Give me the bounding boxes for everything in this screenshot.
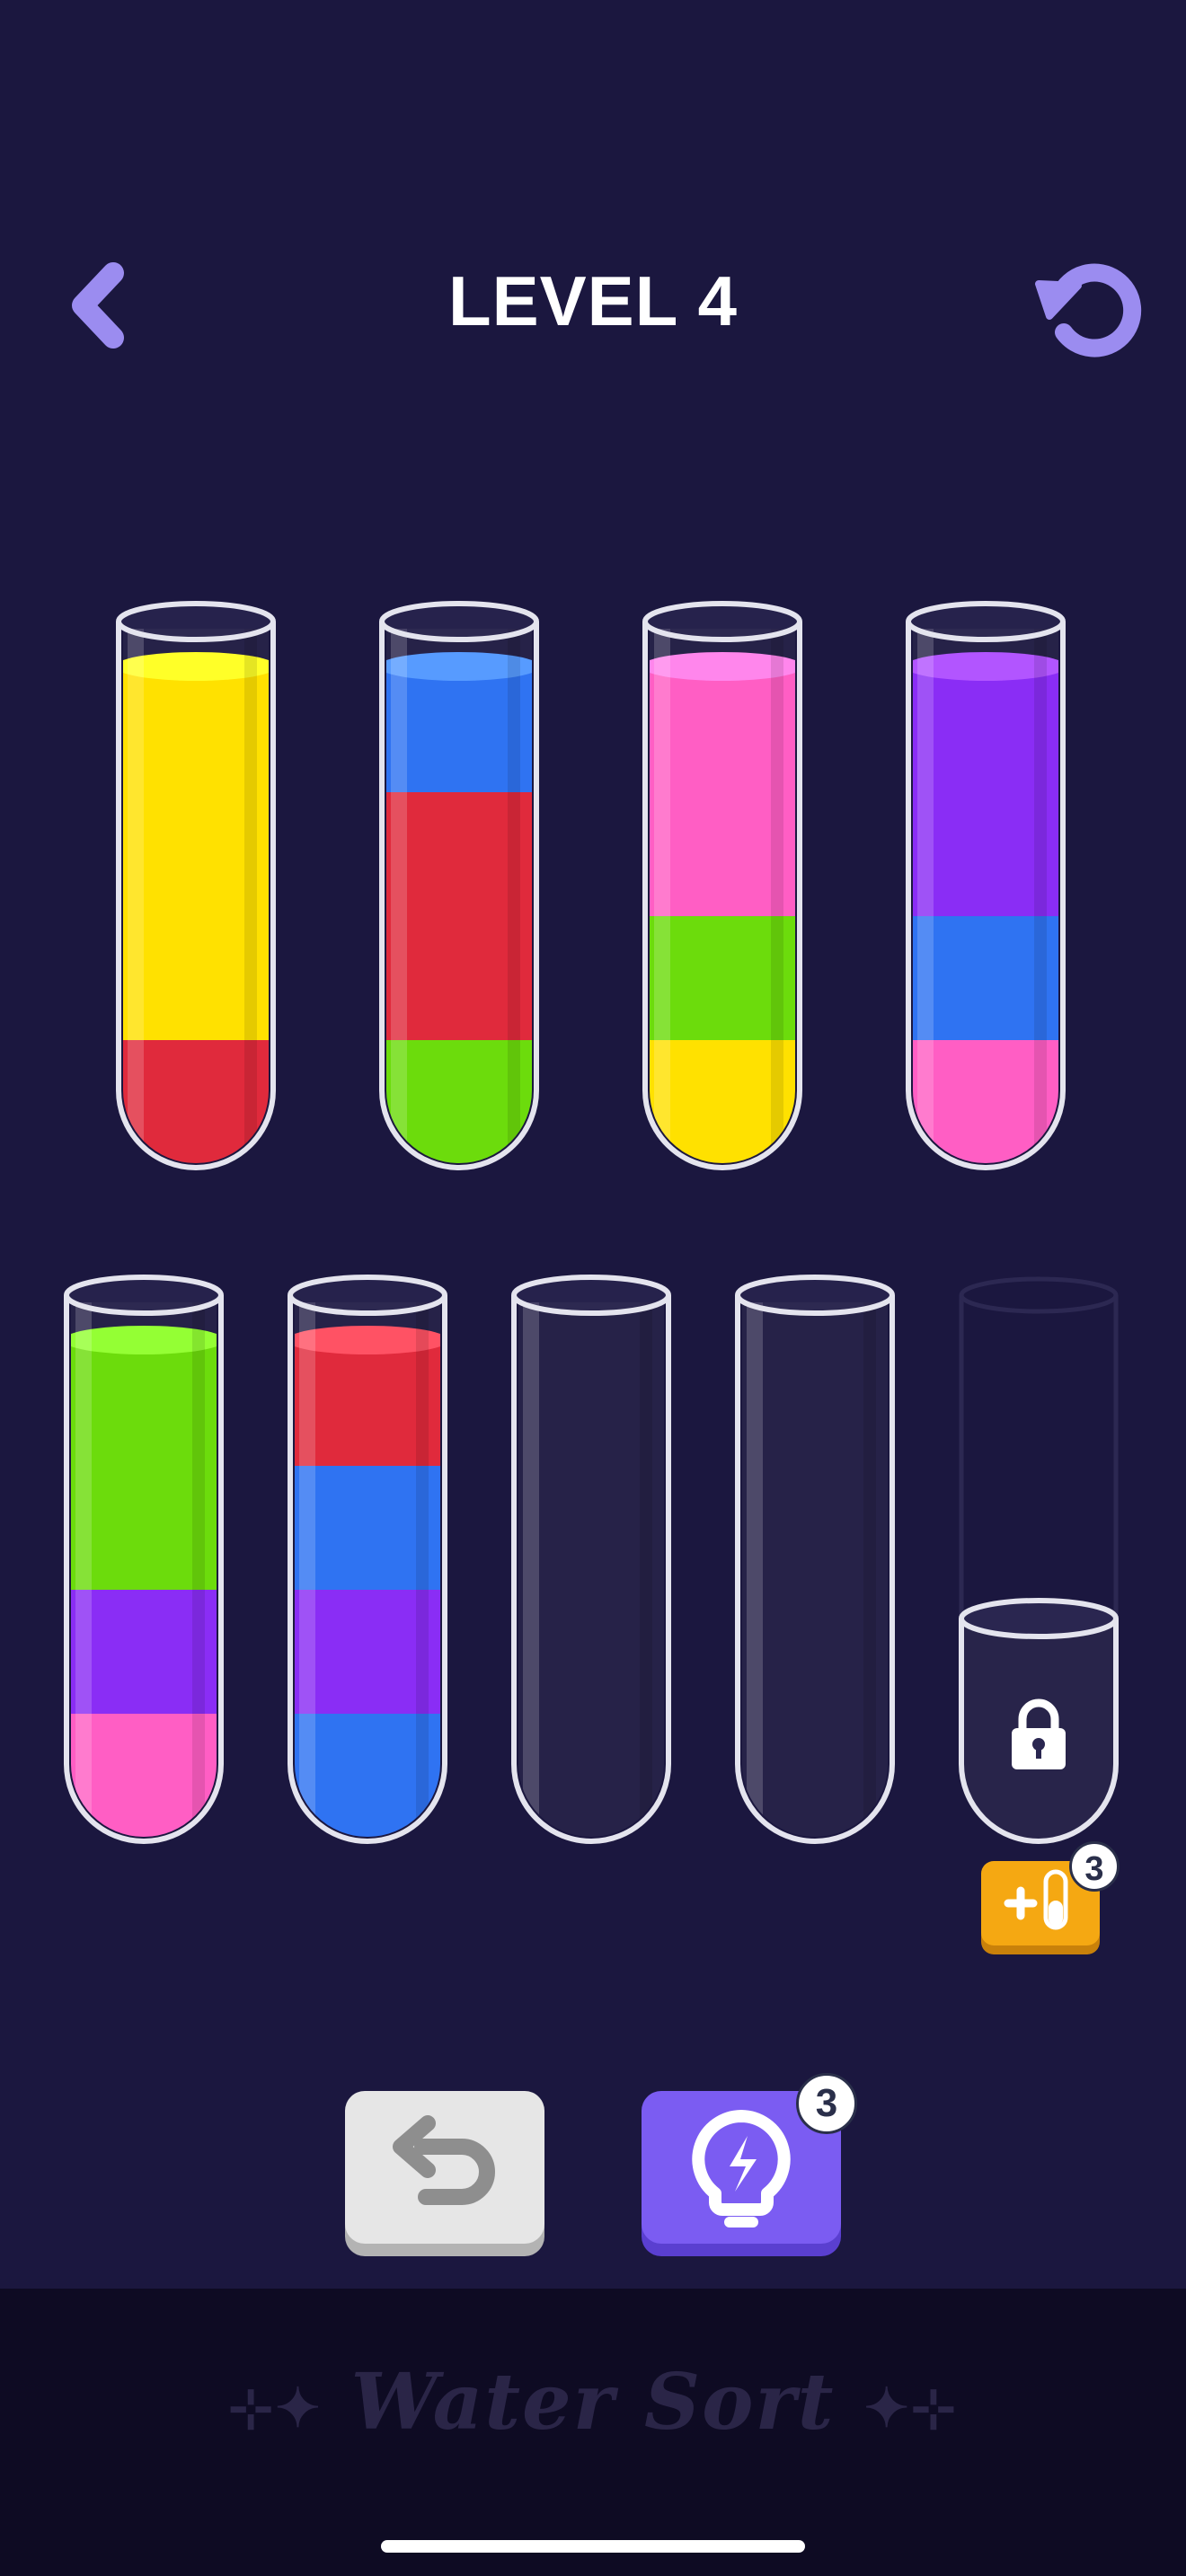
tube-3[interactable] <box>642 601 803 1173</box>
brand-logo: ⊹✦ Water Sort ✦⊹ <box>0 2357 1186 2448</box>
tube-2[interactable] <box>378 601 540 1173</box>
undo-button[interactable] <box>345 2091 544 2256</box>
locked-cup <box>959 1598 1119 1844</box>
brand-text: Water Sort <box>350 2357 836 2448</box>
ornament-left-icon: ⊹✦ <box>227 2377 323 2440</box>
back-button[interactable] <box>58 251 147 359</box>
tube-1[interactable] <box>115 601 277 1173</box>
undo-icon <box>345 2091 544 2256</box>
tube-8[interactable] <box>734 1275 896 1847</box>
hint-count-badge: 3 <box>796 2073 857 2134</box>
tube-7[interactable] <box>510 1275 672 1847</box>
restart-icon <box>1035 263 1142 357</box>
restart-button[interactable] <box>1024 250 1150 366</box>
add-tube-button[interactable]: 3 <box>981 1841 1120 1954</box>
ornament-right-icon: ✦⊹ <box>863 2377 959 2440</box>
chevron-left-icon <box>72 262 124 348</box>
home-indicator <box>381 2540 805 2553</box>
tube-5[interactable] <box>63 1275 225 1847</box>
hint-button[interactable]: 3 <box>642 2073 857 2256</box>
tube-6[interactable] <box>287 1275 448 1847</box>
level-title: LEVEL 4 <box>447 261 738 340</box>
tube-4[interactable] <box>905 601 1067 1173</box>
add-tube-count-badge: 3 <box>1069 1841 1120 1892</box>
tube-9-locked[interactable] <box>958 1275 1120 1847</box>
top-bar: LEVEL 4 <box>0 0 1186 611</box>
